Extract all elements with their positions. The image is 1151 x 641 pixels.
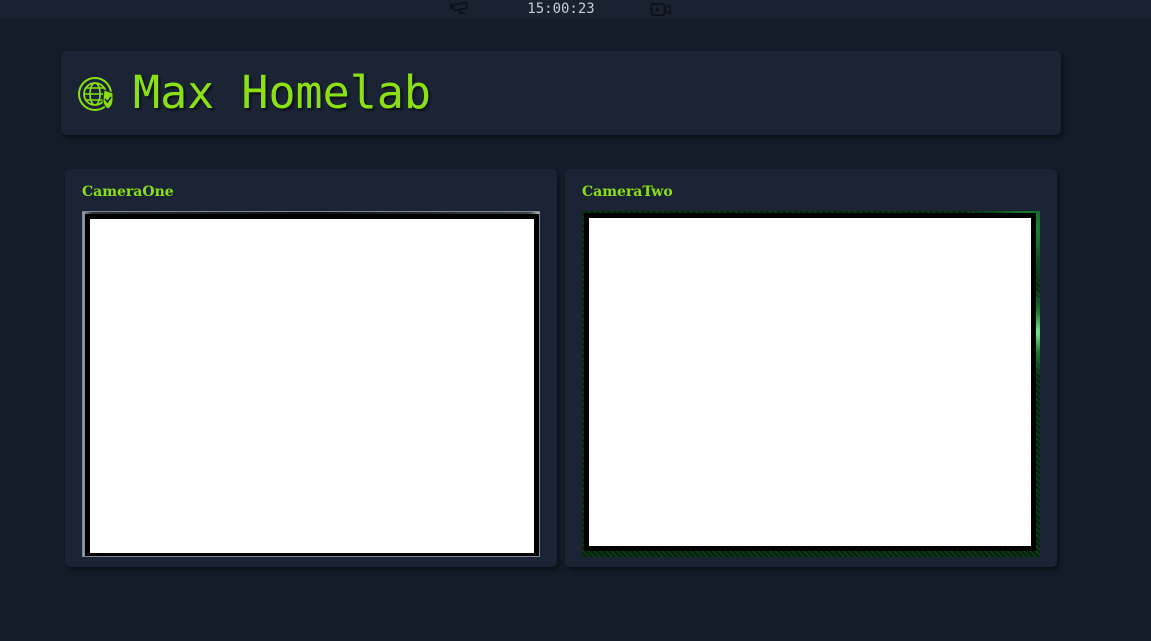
header-card: Max Homelab: [61, 51, 1061, 135]
camera-card-two: CameraTwo: [565, 169, 1057, 567]
camera-card-one: CameraOne: [65, 169, 557, 567]
camera-frame: [584, 213, 1036, 551]
camera-title: CameraOne: [82, 184, 174, 200]
camera-frame: [85, 214, 539, 556]
camera-feed[interactable]: [582, 211, 1040, 557]
page-title: Max Homelab: [133, 66, 432, 119]
globe-shield-icon: [75, 72, 119, 116]
camera-feed[interactable]: [82, 211, 540, 557]
video-icon[interactable]: [650, 2, 672, 17]
clock: 15:00:23: [527, 1, 595, 17]
top-status-bar: 15:00:23: [0, 0, 1151, 19]
camera-title: CameraTwo: [582, 184, 673, 200]
security-camera-icon[interactable]: [449, 1, 471, 17]
